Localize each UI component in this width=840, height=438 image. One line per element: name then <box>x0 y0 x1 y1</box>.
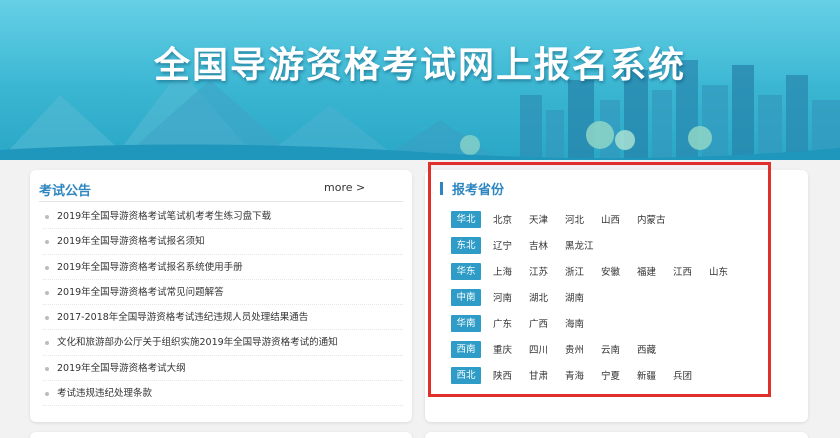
notice-item[interactable]: 2017-2018年全国导游资格考试违纪违规人员处理结果通告 <box>43 305 403 331</box>
notice-panel: 考试公告 more > 2019年全国导游资格考试笔试机考考生练习盘下载 201… <box>30 170 412 422</box>
notice-item[interactable]: 2019年全国导游资格考试报名须知 <box>43 229 403 255</box>
header-banner: 全国导游资格考试网上报名系统 <box>0 0 840 160</box>
notice-item[interactable]: 文化和旅游部办公厅关于组织实施2019年全国导游资格考试的通知 <box>43 330 403 356</box>
notice-list: 2019年全国导游资格考试笔试机考考生练习盘下载 2019年全国导游资格考试报名… <box>43 204 403 407</box>
notice-item[interactable]: 2019年全国导游资格考试大纲 <box>43 356 403 382</box>
notice-heading: 考试公告 <box>39 184 92 199</box>
divider <box>39 201 403 202</box>
bottom-panel-left <box>30 432 412 438</box>
highlight-box <box>428 162 771 397</box>
notice-item[interactable]: 考试违规违纪处理条款 <box>43 381 403 407</box>
bottom-panel-right <box>425 432 808 438</box>
notice-item[interactable]: 2019年全国导游资格考试报名系统使用手册 <box>43 255 403 280</box>
notice-item[interactable]: 2019年全国导游资格考试常见问题解答 <box>43 280 403 306</box>
page-title: 全国导游资格考试网上报名系统 <box>153 45 686 86</box>
notice-item[interactable]: 2019年全国导游资格考试笔试机考考生练习盘下载 <box>43 204 403 230</box>
notice-more-link[interactable]: more > <box>324 181 365 194</box>
